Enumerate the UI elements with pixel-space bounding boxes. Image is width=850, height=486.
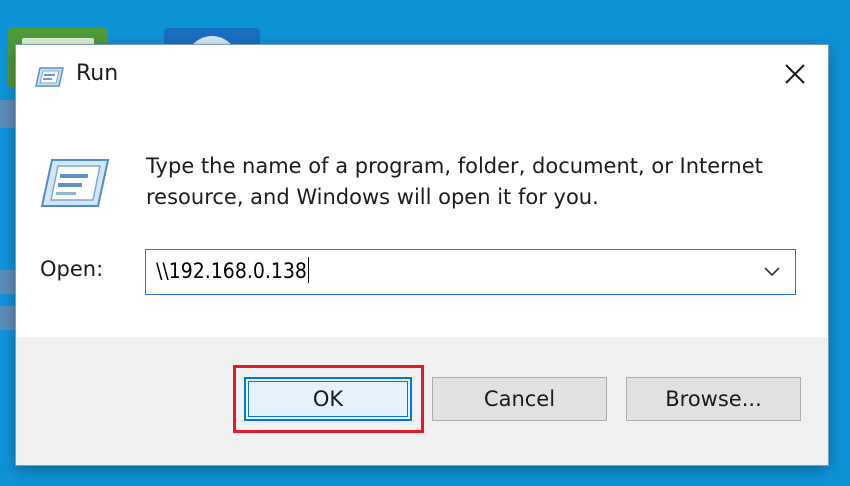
title-bar[interactable]: Run xyxy=(16,45,828,107)
open-input[interactable]: \\192.168.0.138 xyxy=(156,250,746,293)
run-dialog: Run Type the name of a program, folder, … xyxy=(16,45,828,465)
dialog-description: Type the name of a program, folder, docu… xyxy=(146,154,763,209)
run-icon xyxy=(34,66,64,88)
chevron-down-icon xyxy=(764,262,780,281)
text-cursor xyxy=(307,257,310,283)
run-icon xyxy=(38,157,110,209)
close-button[interactable] xyxy=(762,45,828,107)
ok-button[interactable]: OK xyxy=(244,377,412,421)
dropdown-button[interactable] xyxy=(755,250,789,293)
dialog-title: Run xyxy=(76,61,119,86)
button-bar: OK Cancel Browse... xyxy=(16,337,828,465)
cancel-button[interactable]: Cancel xyxy=(432,377,607,421)
desktop-background xyxy=(0,270,16,294)
close-icon xyxy=(784,63,806,89)
browse-button[interactable]: Browse... xyxy=(626,377,801,421)
dialog-content: Type the name of a program, folder, docu… xyxy=(16,107,828,337)
desktop-background xyxy=(0,100,16,128)
open-combobox[interactable]: \\192.168.0.138 xyxy=(145,249,796,295)
open-label: Open: xyxy=(40,257,104,281)
desktop-background xyxy=(0,306,16,330)
